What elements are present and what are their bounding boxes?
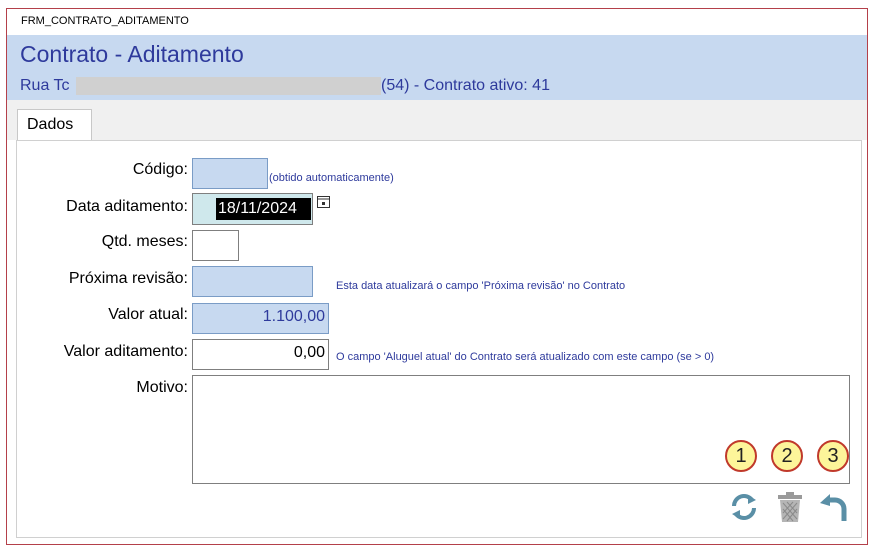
valor-aditamento-label: Valor aditamento: bbox=[63, 343, 188, 360]
calendar-icon[interactable] bbox=[317, 195, 330, 208]
window-titlebar: FRM_CONTRATO_ADITAMENTO bbox=[7, 9, 867, 35]
data-aditamento-field[interactable]: 18/11/2024 bbox=[192, 193, 313, 225]
proxima-revisao-field[interactable] bbox=[192, 266, 313, 297]
valor-aditamento-field[interactable]: 0,00 bbox=[192, 339, 329, 370]
codigo-note: (obtido automaticamente) bbox=[269, 172, 394, 184]
codigo-label: Código: bbox=[132, 161, 188, 178]
form-header: Contrato - Aditamento Rua Tc (54) - Cont… bbox=[7, 35, 867, 100]
trash-icon bbox=[778, 492, 802, 522]
data-aditamento-label: Data aditamento: bbox=[66, 198, 188, 215]
delete-button[interactable] bbox=[775, 491, 805, 523]
undo-icon bbox=[820, 494, 847, 521]
callout-badge-1: 1 bbox=[725, 440, 757, 472]
contract-subtitle: Rua Tc bbox=[20, 77, 70, 95]
refresh-button[interactable] bbox=[729, 491, 759, 523]
proxima-revisao-label: Próxima revisão: bbox=[68, 270, 188, 287]
codigo-field[interactable] bbox=[192, 158, 268, 189]
qtd-meses-field[interactable] bbox=[192, 230, 239, 261]
window-caption: FRM_CONTRATO_ADITAMENTO bbox=[21, 15, 189, 27]
proxima-revisao-note: Esta data atualizará o campo 'Próxima re… bbox=[336, 280, 626, 292]
qtd-meses-label: Qtd. meses: bbox=[101, 233, 188, 250]
contract-status: (54) - Contrato ativo: 41 bbox=[381, 77, 550, 94]
valor-aditamento-note: O campo 'Aluguel atual' do Contrato será… bbox=[336, 351, 715, 363]
refresh-icon bbox=[732, 494, 756, 520]
redacted-address-block bbox=[76, 77, 381, 95]
subtitle-address: Rua Tc bbox=[20, 77, 70, 94]
tab-strip: Dados bbox=[7, 100, 867, 141]
tab-dados-label: Dados bbox=[27, 116, 74, 133]
tab-dados[interactable]: Dados bbox=[17, 109, 92, 141]
page-title: Contrato - Aditamento bbox=[20, 41, 244, 67]
valor-atual-field: 1.100,00 bbox=[192, 303, 329, 334]
valor-aditamento-value: 0,00 bbox=[293, 344, 325, 361]
valor-atual-value: 1.100,00 bbox=[262, 308, 325, 325]
valor-atual-label: Valor atual: bbox=[108, 306, 188, 323]
callout-badge-2: 2 bbox=[771, 440, 803, 472]
motivo-label: Motivo: bbox=[136, 379, 188, 396]
callout-badge-3: 3 bbox=[817, 440, 849, 472]
data-aditamento-value: 18/11/2024 bbox=[218, 200, 297, 217]
undo-button[interactable] bbox=[818, 491, 848, 523]
